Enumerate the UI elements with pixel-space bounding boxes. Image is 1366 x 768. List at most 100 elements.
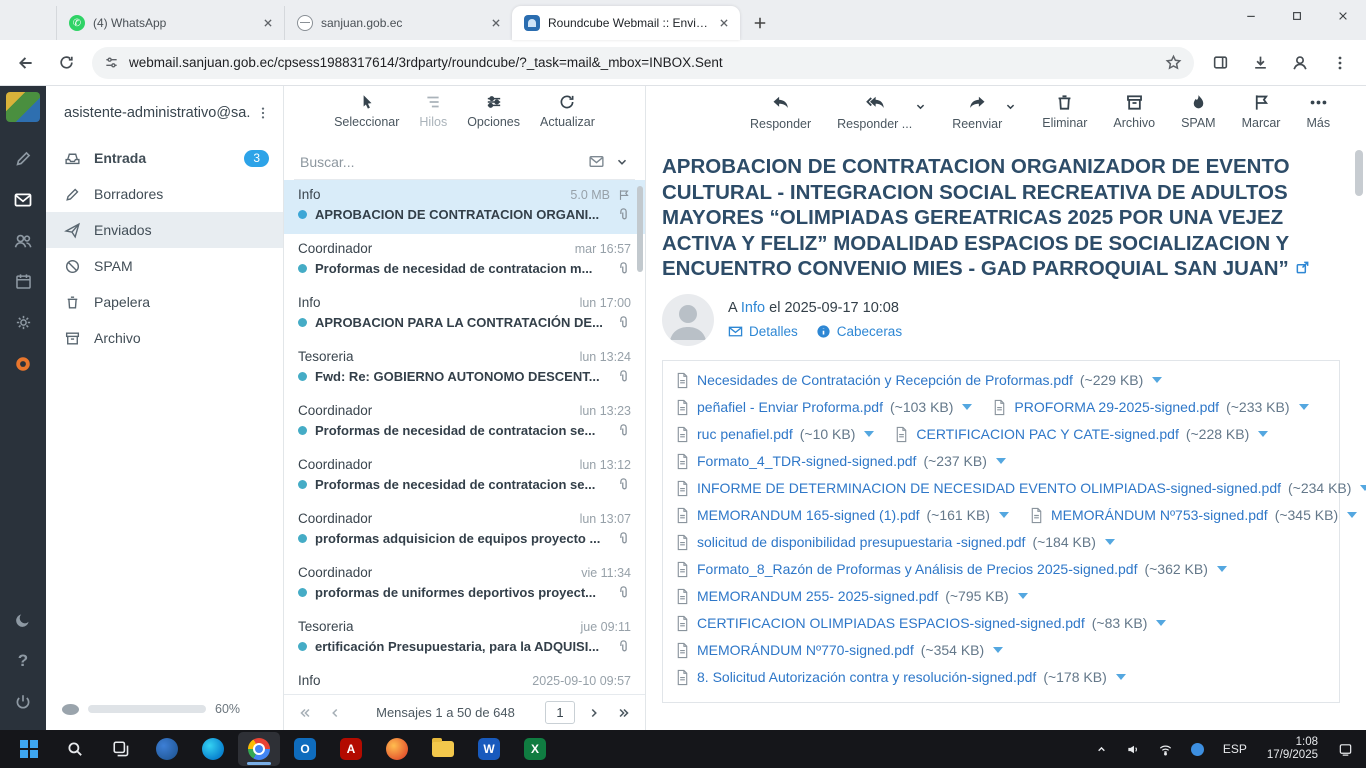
- threads-button[interactable]: Hilos: [419, 93, 447, 144]
- attachment-menu-caret[interactable]: [1116, 674, 1126, 680]
- tab-close-icon[interactable]: [716, 15, 732, 31]
- reply-button[interactable]: Responder: [750, 93, 811, 144]
- task-view-icon[interactable]: [100, 732, 142, 766]
- window-close-button[interactable]: [1320, 0, 1366, 32]
- contacts-icon[interactable]: [0, 220, 46, 261]
- folder-archivo[interactable]: Archivo: [46, 320, 283, 356]
- reply-all-dropdown-icon[interactable]: [915, 101, 926, 112]
- tray-app-icon[interactable]: [1185, 734, 1211, 764]
- message-row[interactable]: Coordinadorlun 13:12 Proformas de necesi…: [284, 450, 645, 504]
- open-in-new-window-icon[interactable]: [1295, 260, 1310, 275]
- taskbar-search-icon[interactable]: [54, 732, 96, 766]
- compose-icon[interactable]: [0, 138, 46, 179]
- attachment-link[interactable]: MEMORANDUM 165-signed (1).pdf: [697, 507, 920, 523]
- attachment-menu-caret[interactable]: [1258, 431, 1268, 437]
- next-page-icon[interactable]: [583, 702, 605, 724]
- attachment-menu-caret[interactable]: [996, 458, 1006, 464]
- mark-button[interactable]: Marcar: [1242, 93, 1281, 144]
- attachment-link[interactable]: 8. Solicitud Autorización contra y resol…: [697, 669, 1036, 685]
- message-row[interactable]: Coordinadorvie 11:34 proformas de unifor…: [284, 558, 645, 612]
- message-row[interactable]: Coordinadorlun 13:23 Proformas de necesi…: [284, 396, 645, 450]
- folder-papelera[interactable]: Papelera: [46, 284, 283, 320]
- folder-enviados[interactable]: Enviados: [46, 212, 283, 248]
- back-button[interactable]: [12, 49, 40, 77]
- tab-close-icon[interactable]: [260, 15, 276, 31]
- logout-power-icon[interactable]: [0, 681, 46, 722]
- window-maximize-button[interactable]: [1274, 0, 1320, 32]
- spam-button[interactable]: SPAM: [1181, 93, 1216, 144]
- calendar-icon[interactable]: [0, 261, 46, 302]
- search-options-chevron-icon[interactable]: [615, 155, 629, 169]
- profile-avatar-icon[interactable]: [1286, 49, 1314, 77]
- start-button[interactable]: [8, 732, 50, 766]
- flag-icon[interactable]: [617, 188, 631, 202]
- attachment-link[interactable]: Necesidades de Contratación y Recepción …: [697, 372, 1073, 388]
- delete-button[interactable]: Eliminar: [1042, 93, 1087, 144]
- folder-entrada[interactable]: Entrada 3: [46, 140, 283, 176]
- attachment-link[interactable]: MEMORÁNDUM Nº753-signed.pdf: [1051, 507, 1268, 523]
- attachment-menu-caret[interactable]: [1360, 485, 1366, 491]
- attachment-menu-caret[interactable]: [962, 404, 972, 410]
- attachment-menu-caret[interactable]: [999, 512, 1009, 518]
- edge-icon[interactable]: [192, 732, 234, 766]
- language-indicator[interactable]: ESP: [1217, 742, 1253, 756]
- search-scope-mail-icon[interactable]: [588, 153, 605, 170]
- attachment-link[interactable]: PROFORMA 29-2025-signed.pdf: [1014, 399, 1219, 415]
- message-row[interactable]: Tesoreriajue 09:11 ertificación Presupue…: [284, 612, 645, 666]
- select-button[interactable]: Seleccionar: [334, 93, 399, 144]
- attachment-link[interactable]: CERTIFICACION OLIMPIADAS ESPACIOS-signed…: [697, 615, 1085, 631]
- attachment-menu-caret[interactable]: [864, 431, 874, 437]
- word-icon[interactable]: W: [468, 732, 510, 766]
- attachment-link[interactable]: MEMORÁNDUM Nº770-signed.pdf: [697, 642, 914, 658]
- attachment-menu-caret[interactable]: [1152, 377, 1162, 383]
- side-panel-icon[interactable]: [1206, 49, 1234, 77]
- tray-volume-icon[interactable]: [1121, 734, 1147, 764]
- attachment-link[interactable]: CERTIFICACION PAC Y CATE-signed.pdf: [916, 426, 1178, 442]
- forward-button[interactable]: Reenviar: [952, 93, 1002, 131]
- bookmark-star-icon[interactable]: [1165, 54, 1182, 71]
- search-input[interactable]: [300, 154, 580, 170]
- mail-icon[interactable]: [0, 179, 46, 220]
- attachment-menu-caret[interactable]: [1347, 512, 1357, 518]
- tray-network-icon[interactable]: [1153, 734, 1179, 764]
- recipient-link[interactable]: Info: [741, 300, 765, 316]
- reply-all-button[interactable]: Responder ...: [837, 93, 912, 131]
- prev-page-icon[interactable]: [324, 702, 346, 724]
- refresh-button[interactable]: Actualizar: [540, 93, 595, 144]
- url-text[interactable]: webmail.sanjuan.gob.ec/cpsess1988317614/…: [129, 55, 1155, 70]
- attachment-link[interactable]: solicitud de disponibilidad presupuestar…: [697, 534, 1025, 550]
- firefox-icon[interactable]: [376, 732, 418, 766]
- last-page-icon[interactable]: [613, 702, 635, 724]
- new-tab-button[interactable]: [746, 9, 774, 37]
- notification-center-icon[interactable]: [1332, 734, 1358, 764]
- account-menu-kebab-icon[interactable]: [251, 101, 275, 125]
- attachment-menu-caret[interactable]: [1217, 566, 1227, 572]
- excel-icon[interactable]: X: [514, 732, 556, 766]
- taskbar-clock[interactable]: 1:08 17/9/2025: [1259, 736, 1326, 762]
- url-bar[interactable]: webmail.sanjuan.gob.ec/cpsess1988317614/…: [92, 47, 1194, 79]
- forward-dropdown-icon[interactable]: [1005, 101, 1016, 112]
- attachment-link[interactable]: MEMORANDUM 255- 2025-signed.pdf: [697, 588, 938, 604]
- message-row[interactable]: Coordinadormar 16:57 Proformas de necesi…: [284, 234, 645, 288]
- attachment-menu-caret[interactable]: [1156, 620, 1166, 626]
- details-link[interactable]: Detalles: [728, 324, 798, 339]
- tab-whatsapp[interactable]: ✆ (4) WhatsApp: [56, 6, 284, 40]
- chrome-icon[interactable]: [238, 732, 280, 766]
- more-button[interactable]: Más: [1306, 93, 1330, 144]
- message-row[interactable]: Info 5.0 MB APROBACION DE CONTRATACION O…: [284, 180, 645, 234]
- tray-chevron-up-icon[interactable]: [1089, 734, 1115, 764]
- addons-icon[interactable]: [0, 343, 46, 384]
- dark-mode-moon-icon[interactable]: [0, 599, 46, 640]
- acrobat-icon[interactable]: A: [330, 732, 372, 766]
- attachment-menu-caret[interactable]: [993, 647, 1003, 653]
- message-row[interactable]: Tesorerialun 13:24 Fwd: Re: GOBIERNO AUT…: [284, 342, 645, 396]
- outlook-icon[interactable]: O: [284, 732, 326, 766]
- archive-button[interactable]: Archivo: [1113, 93, 1155, 144]
- message-row[interactable]: Coordinadorlun 13:07 proformas adquisici…: [284, 504, 645, 558]
- pinned-app-icon[interactable]: [146, 732, 188, 766]
- page-number-input[interactable]: [545, 701, 575, 724]
- site-settings-icon[interactable]: [104, 55, 119, 70]
- headers-link[interactable]: Cabeceras: [816, 324, 902, 339]
- window-minimize-button[interactable]: [1228, 0, 1274, 32]
- attachment-link[interactable]: ruc penafiel.pdf: [697, 426, 793, 442]
